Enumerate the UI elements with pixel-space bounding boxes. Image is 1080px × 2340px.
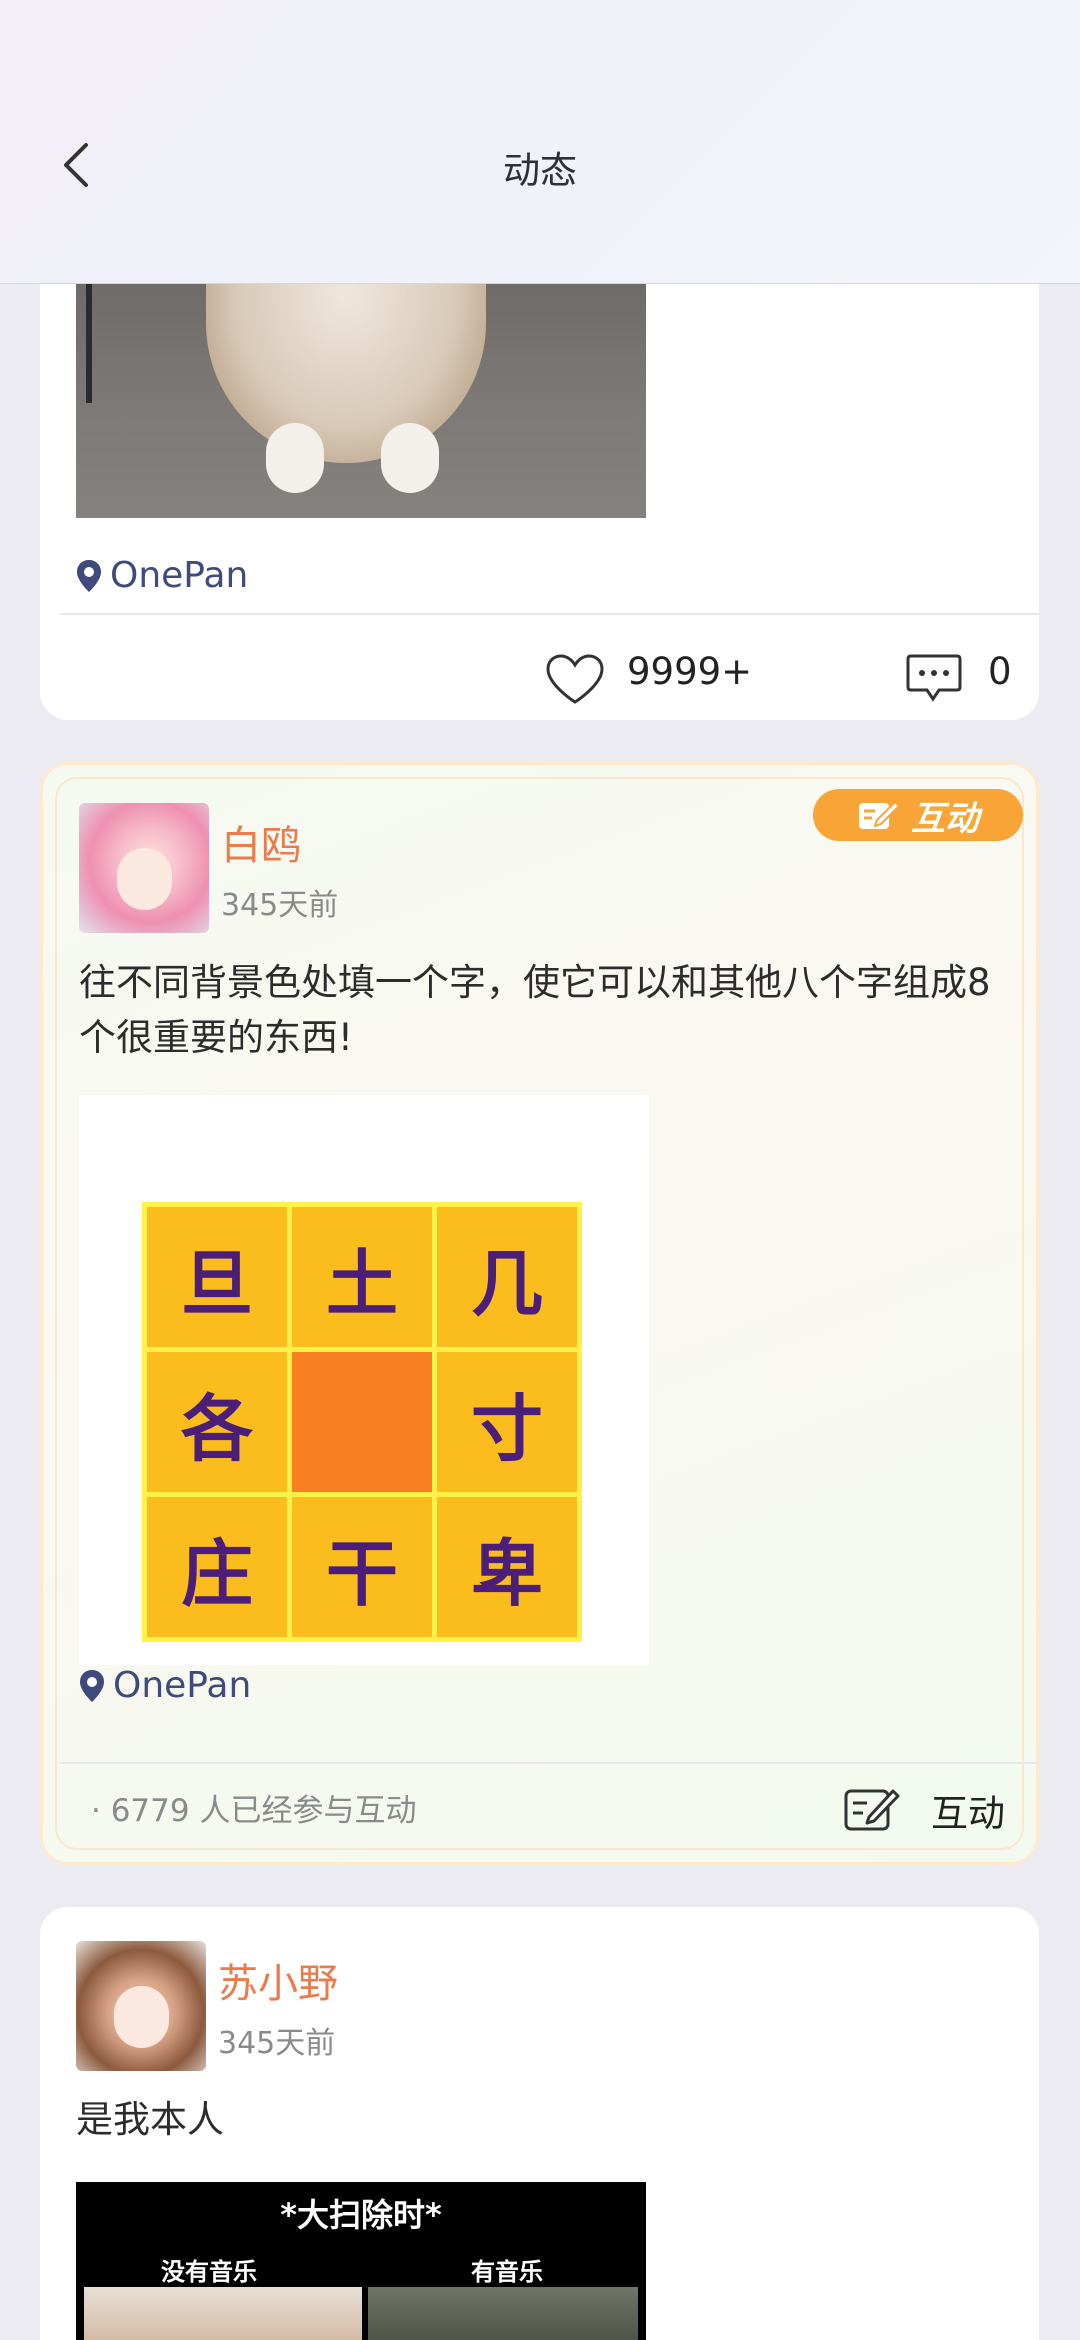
post-text: 往不同背景色处填一个字，使它可以和其他八个字组成8个很重要的东西! [79, 961, 991, 1059]
post-card[interactable]: OnePan 9999+ 0 [40, 210, 1039, 720]
location-pin-icon [77, 559, 101, 592]
puzzle-cell: 旦 [147, 1207, 287, 1347]
image-label-left: 没有音乐 [161, 2258, 257, 2286]
post-image[interactable] [76, 283, 646, 518]
heart-icon[interactable] [545, 653, 605, 705]
post-time: 345天前 [218, 2026, 336, 2061]
location-tag[interactable]: OnePan [79, 1665, 251, 1706]
post-card[interactable]: 苏小野 345天前 是我本人 *大扫除时* 没有音乐 有音乐 [40, 1907, 1039, 2340]
post-actions: 9999+ 0 [40, 630, 1039, 710]
post-text: 是我本人 [76, 2098, 224, 2141]
avatar[interactable] [79, 803, 209, 933]
divider [60, 613, 1039, 615]
post-image[interactable]: 旦 土 几 各 寸 庄 干 卑 [79, 1095, 649, 1665]
image-label-right: 有音乐 [471, 2258, 543, 2286]
post-card-interactive[interactable]: 白鸥 345天前 互动 往不同背景色处填一个字，使它可以和其他八个字组成8个很重… [40, 762, 1039, 1865]
interaction-badge: 互动 [813, 789, 1023, 841]
puzzle-cell: 卑 [437, 1497, 577, 1637]
puzzle-cell-blank [292, 1352, 432, 1492]
comment-count: 0 [988, 650, 1012, 693]
puzzle-cell: 各 [147, 1352, 287, 1492]
edit-icon[interactable] [843, 1783, 901, 1833]
post-time: 345天前 [221, 888, 339, 923]
divider [60, 1762, 1036, 1764]
username[interactable]: 苏小野 [218, 1951, 338, 2009]
image-caption: *大扫除时* [280, 2196, 442, 2234]
avatar[interactable] [76, 1941, 206, 2071]
puzzle-cell: 几 [437, 1207, 577, 1347]
puzzle-cell: 干 [292, 1497, 432, 1637]
puzzle-cell: 庄 [147, 1497, 287, 1637]
puzzle-grid: 旦 土 几 各 寸 庄 干 卑 [142, 1202, 582, 1642]
puzzle-cell: 寸 [437, 1352, 577, 1492]
username[interactable]: 白鸥 [221, 813, 301, 871]
puzzle-cell: 土 [292, 1207, 432, 1347]
edit-icon [859, 800, 901, 829]
top-nav-bar: 动态 [0, 0, 1080, 284]
location-pin-icon [80, 1669, 104, 1702]
comment-icon[interactable] [905, 653, 963, 703]
page-title: 动态 [503, 149, 577, 192]
interact-button[interactable]: 互动 [931, 1783, 1005, 1837]
location-label: OnePan [110, 555, 249, 596]
participant-count: · 6779 人已经参与互动 [91, 1793, 417, 1829]
page: 动态 OnePan 9999+ 0 白鸥 345天前 互动 往不同背景色处填一个… [0, 0, 1080, 2340]
like-count: 9999+ [627, 650, 753, 693]
location-label: OnePan [113, 1665, 252, 1706]
location-tag[interactable]: OnePan [76, 555, 248, 596]
post-image[interactable]: *大扫除时* 没有音乐 有音乐 [76, 2182, 646, 2340]
badge-label: 互动 [911, 798, 979, 839]
